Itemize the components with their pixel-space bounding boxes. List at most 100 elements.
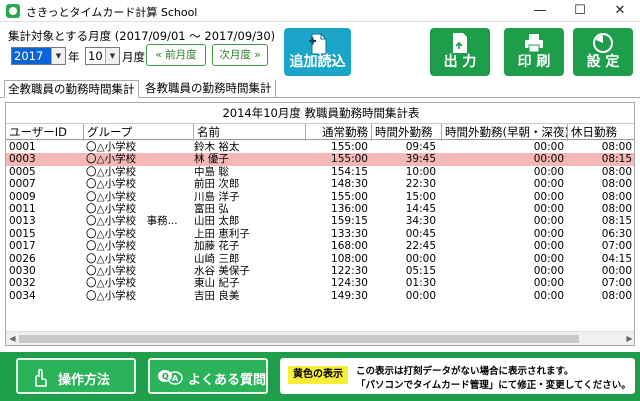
cell-regular: 108:00	[331, 252, 368, 265]
cell-holiday: 08:15	[601, 153, 632, 166]
month-unit-label: 月度	[122, 50, 145, 64]
yellow-legend-label: 黄色の表示	[288, 366, 348, 384]
footer: 操作方法 Q A よくある質問 黄色の表示 この表示は打刻データがない場合に表示…	[0, 352, 640, 401]
minimize-button[interactable]: —	[520, 0, 560, 22]
tab-each-staff-summary[interactable]: 各教職員の勤務時間集計	[142, 80, 276, 98]
cell-overtime-night: 00:00	[533, 190, 564, 203]
print-label: 印 刷	[517, 54, 551, 70]
manual-label: 操作方法	[58, 373, 111, 388]
year-select[interactable]: 2017 ▼	[11, 47, 66, 65]
output-button[interactable]: 出 力	[430, 28, 490, 76]
cell-name: 川島 洋子	[194, 190, 240, 203]
table-body: 0001 〇△小学校 鈴木 裕太 155:00 09:45 00:00 08:00 0003 〇…	[6, 141, 634, 302]
cell-overtime: 15:00	[405, 190, 436, 203]
cell-name: 上田 恵利子	[194, 227, 250, 240]
close-button[interactable]: ✕	[600, 0, 640, 22]
cell-holiday: 07:00	[601, 277, 632, 290]
next-month-button[interactable]: 次月度 »	[212, 44, 268, 66]
month-select[interactable]: 10 ▼	[85, 47, 120, 65]
cell-holiday: 07:00	[601, 240, 632, 253]
cell-group: 〇△小学校	[86, 202, 137, 215]
faq-button[interactable]: Q A よくある質問	[148, 358, 268, 394]
cell-user-id: 0003	[9, 153, 36, 166]
cell-regular: 148:30	[331, 178, 368, 191]
cell-regular: 154:15	[331, 165, 368, 178]
cell-overtime: 10:00	[405, 165, 436, 178]
table-row[interactable]: 0013 〇△小学校 事務... 山田 太郎 159:15 34:30 00:00 08:1…	[6, 215, 634, 228]
chevron-down-icon[interactable]: ▼	[105, 48, 119, 64]
column-header-group[interactable]: グループ	[84, 124, 194, 141]
maximize-button[interactable]: ☐	[560, 0, 600, 22]
table-row[interactable]: 0017 〇△小学校 加藤 花子 168:00 22:45 00:00 07:00	[6, 240, 634, 253]
cell-user-id: 0005	[9, 165, 36, 178]
cell-group: 〇△小学校	[86, 240, 137, 253]
add-read-button[interactable]: 追加読込	[284, 28, 351, 76]
print-button[interactable]: 印 刷	[504, 28, 564, 76]
cell-regular: 136:00	[331, 202, 368, 215]
cell-overtime-night: 00:00	[533, 202, 564, 215]
table-row[interactable]: 0011 〇△小学校 富田 弘 136:00 14:45 00:00 08:00	[6, 202, 634, 215]
cell-overtime-night: 00:00	[533, 165, 564, 178]
cell-group: 〇△小学校	[86, 277, 137, 290]
prev-month-button[interactable]: « 前月度	[146, 44, 206, 66]
column-header-overtime[interactable]: 時間外勤務	[372, 124, 442, 141]
column-header-overtime-night[interactable]: 時間外勤務(早朝・深夜)	[442, 124, 568, 141]
table-row[interactable]: 0034 〇△小学校 吉田 良美 149:30 00:00 00:00 08:00	[6, 289, 634, 302]
cell-holiday: 08:15	[601, 215, 632, 228]
table-row[interactable]: 0026 〇△小学校 山崎 三郎 108:00 00:00 00:00 04:15	[6, 252, 634, 265]
cell-name: 水谷 美保子	[194, 264, 250, 277]
manual-button[interactable]: 操作方法	[16, 358, 136, 394]
tab-bar: 全教職員の勤務時間集計 各教職員の勤務時間集計	[0, 80, 640, 98]
chevron-down-icon[interactable]: ▼	[51, 48, 65, 64]
cell-overtime-night: 00:00	[533, 227, 564, 240]
settings-button[interactable]: 設 定	[573, 28, 633, 76]
table-row[interactable]: 0009 〇△小学校 川島 洋子 155:00 15:00 00:00 08:00	[6, 190, 634, 203]
scroll-left-icon[interactable]: ◀	[6, 332, 19, 345]
scrollbar-thumb[interactable]	[19, 335, 579, 343]
column-header-user-id[interactable]: ユーザーID	[6, 124, 84, 141]
horizontal-scrollbar[interactable]: ◀ ▶	[6, 331, 634, 345]
table-row[interactable]: 0015 〇△小学校 上田 恵利子 133:30 00:45 00:00 06:30	[6, 227, 634, 240]
table-row[interactable]: 0030 〇△小学校 水谷 美保子 122:30 05:15 00:00 00:00	[6, 264, 634, 277]
cell-overtime: 00:45	[405, 227, 436, 240]
cell-name: 山崎 三郎	[194, 252, 240, 265]
table-row[interactable]: 0007 〇△小学校 前田 次郎 148:30 22:30 00:00 08:00	[6, 178, 634, 191]
cell-group: 〇△小学校	[86, 190, 137, 203]
table-row[interactable]: 0005 〇△小学校 中島 聡 154:15 10:00 00:00 08:00	[6, 165, 634, 178]
cell-overtime-night: 00:00	[533, 240, 564, 253]
summary-table: 2014年10月度 教職員勤務時間集計表 ユーザーID グループ 名前 通常勤務…	[5, 102, 635, 346]
svg-text:Q: Q	[162, 372, 169, 381]
cell-user-id: 0007	[9, 178, 36, 191]
cell-regular: 155:00	[331, 153, 368, 166]
cell-overtime-night: 00:00	[533, 141, 564, 153]
cell-holiday: 08:00	[601, 190, 632, 203]
cell-overtime: 09:45	[405, 141, 436, 153]
cell-name: 東山 紀子	[194, 277, 240, 290]
scroll-right-icon[interactable]: ▶	[623, 332, 634, 345]
cell-overtime-night: 00:00	[533, 215, 564, 228]
table-row[interactable]: 0032 〇△小学校 東山 紀子 124:30 01:30 00:00 07:00	[6, 277, 634, 290]
cell-overtime: 01:30	[405, 277, 436, 290]
cell-holiday: 08:00	[601, 202, 632, 215]
cell-overtime: 14:45	[405, 202, 436, 215]
column-header-regular[interactable]: 通常勤務	[306, 124, 372, 141]
cell-regular: 155:00	[331, 141, 368, 153]
cell-group: 〇△小学校	[86, 289, 137, 302]
cell-group: 〇△小学校	[86, 165, 137, 178]
output-label: 出 力	[443, 54, 477, 70]
cell-overtime-night: 00:00	[533, 178, 564, 191]
cell-group: 〇△小学校	[86, 264, 137, 277]
column-header-holiday[interactable]: 休日勤務	[568, 124, 634, 141]
title-bar: さきっとタイムカード計算 School — ☐ ✕	[0, 0, 640, 22]
tab-all-staff-summary[interactable]: 全教職員の勤務時間集計	[4, 80, 139, 98]
column-header-name[interactable]: 名前	[194, 124, 306, 141]
cell-user-id: 0015	[9, 227, 36, 240]
cell-holiday: 08:00	[601, 165, 632, 178]
table-row[interactable]: 0003 〇△小学校 林 優子 155:00 39:45 00:00 08:15	[6, 153, 634, 166]
cell-user-id: 0032	[9, 277, 36, 290]
cell-name: 中島 聡	[194, 165, 229, 178]
cell-holiday: 08:00	[601, 141, 632, 153]
cell-group: 〇△小学校	[86, 252, 137, 265]
cell-holiday: 06:30	[601, 227, 632, 240]
table-row[interactable]: 0001 〇△小学校 鈴木 裕太 155:00 09:45 00:00 08:00	[6, 141, 634, 153]
